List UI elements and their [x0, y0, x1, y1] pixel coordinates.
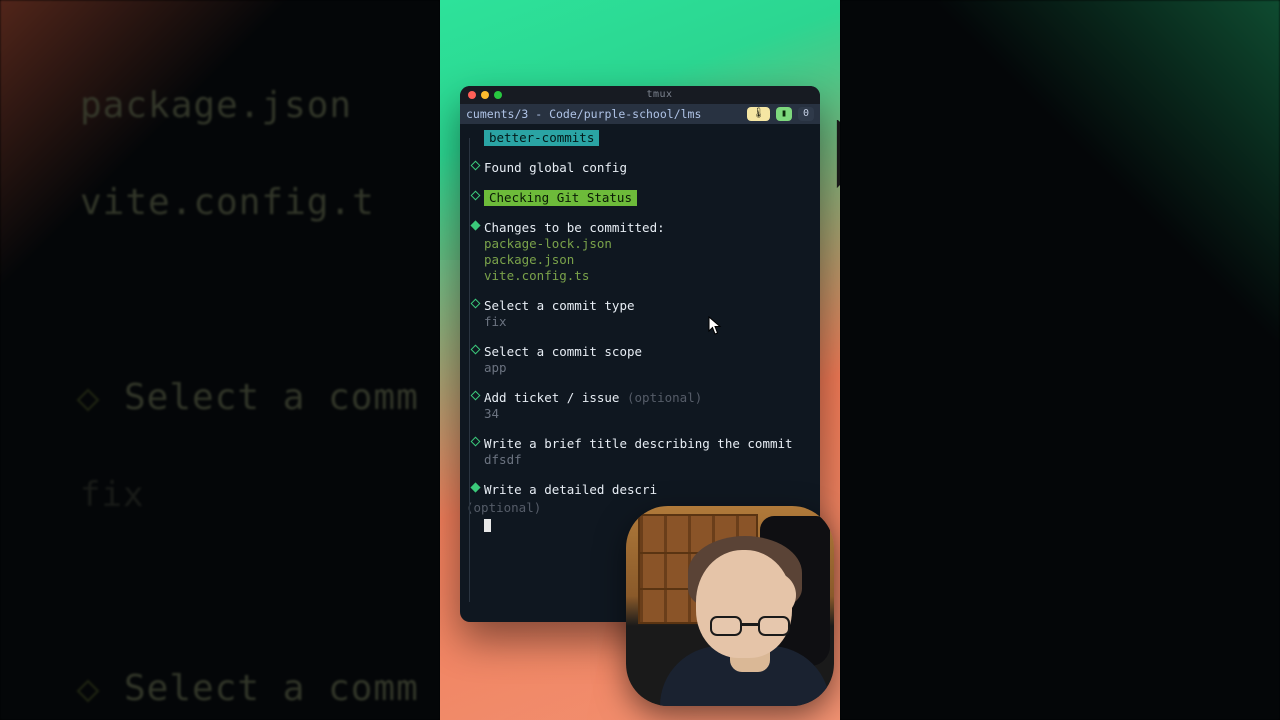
- step-checking-status: Checking Git Status: [466, 190, 812, 206]
- bg-line: vite.config.t: [80, 182, 375, 223]
- maximize-icon[interactable]: [494, 91, 502, 99]
- step-changes-header: Changes to be committed: package-lock.js…: [466, 220, 812, 284]
- tool-banner-row: better-commits: [466, 130, 812, 146]
- tool-name-badge: better-commits: [484, 130, 599, 146]
- bg-line: package.json: [80, 85, 352, 126]
- prompt-label: Write a detailed descri: [484, 482, 657, 497]
- prompt-answer: app: [484, 360, 812, 376]
- step-label: Found global config: [484, 160, 627, 175]
- background-right: it type the commit: [840, 0, 1280, 720]
- background-left: package.json vite.config.t Select a comm…: [0, 0, 440, 720]
- prompt-answer: dfsdf: [484, 452, 812, 468]
- changed-file: package-lock.json: [484, 236, 812, 252]
- diamond-icon: [470, 345, 480, 355]
- window-title: tmux: [507, 89, 812, 102]
- bg-line: Select a comm: [124, 668, 419, 709]
- prompt-label: Select a commit type: [484, 298, 812, 314]
- diamond-icon: [470, 483, 480, 493]
- cursor-icon: [708, 316, 722, 336]
- bg-line: Select a comm: [124, 377, 419, 418]
- diamond-icon: [470, 299, 480, 309]
- bg-line: fix: [80, 475, 144, 515]
- webcam-overlay: [626, 506, 834, 706]
- prompt-label: Select a commit scope: [484, 344, 812, 360]
- diamond-icon: [470, 191, 480, 201]
- diamond-icon: [470, 161, 480, 171]
- optional-hint: (optional): [466, 500, 541, 515]
- prompt-answer: 34: [484, 406, 812, 422]
- prompt-label: Write a brief title describing the commi…: [484, 436, 812, 452]
- step-found-config: Found global config: [466, 160, 812, 176]
- close-icon[interactable]: [468, 91, 476, 99]
- optional-hint: (optional): [627, 390, 702, 405]
- step-commit-type: Select a commit type fix: [466, 298, 812, 330]
- diamond-icon: [470, 221, 480, 231]
- tree-guide-line: [469, 138, 470, 602]
- person-head: [696, 550, 792, 658]
- window-titlebar[interactable]: tmux: [460, 86, 820, 104]
- diamond-icon: [77, 680, 100, 703]
- minimize-icon[interactable]: [481, 91, 489, 99]
- glasses-icon: [710, 616, 790, 638]
- prompt-answer: fix: [484, 314, 812, 330]
- step-description[interactable]: Write a detailed descri: [466, 482, 812, 498]
- step-commit-scope: Select a commit scope app: [466, 344, 812, 376]
- tmux-path: cuments/3 - Code/purple-school/lms: [466, 107, 741, 122]
- tmux-status-bar: cuments/3 - Code/purple-school/lms 🌡 ▮ 0: [460, 104, 820, 124]
- changes-header: Changes to be committed:: [484, 220, 812, 236]
- step-ticket: Add ticket / issue (optional) 34: [466, 390, 812, 422]
- text-cursor: [484, 519, 491, 532]
- diamond-icon: [470, 437, 480, 447]
- diamond-icon: [470, 391, 480, 401]
- tmux-session-index: 0: [798, 107, 814, 121]
- changed-file: vite.config.ts: [484, 268, 812, 284]
- prompt-label: Add ticket / issue: [484, 390, 619, 405]
- temperature-icon: 🌡: [747, 107, 770, 121]
- diamond-icon: [77, 388, 100, 411]
- step-title: Write a brief title describing the commi…: [466, 436, 812, 468]
- center-strip: tmux cuments/3 - Code/purple-school/lms …: [440, 0, 840, 720]
- cursor-icon-large: [835, 120, 840, 196]
- status-badge: Checking Git Status: [484, 190, 637, 206]
- battery-icon: ▮: [776, 107, 792, 121]
- changed-file: package.json: [484, 252, 812, 268]
- background-text-left: package.json vite.config.t Select a comm…: [80, 0, 419, 720]
